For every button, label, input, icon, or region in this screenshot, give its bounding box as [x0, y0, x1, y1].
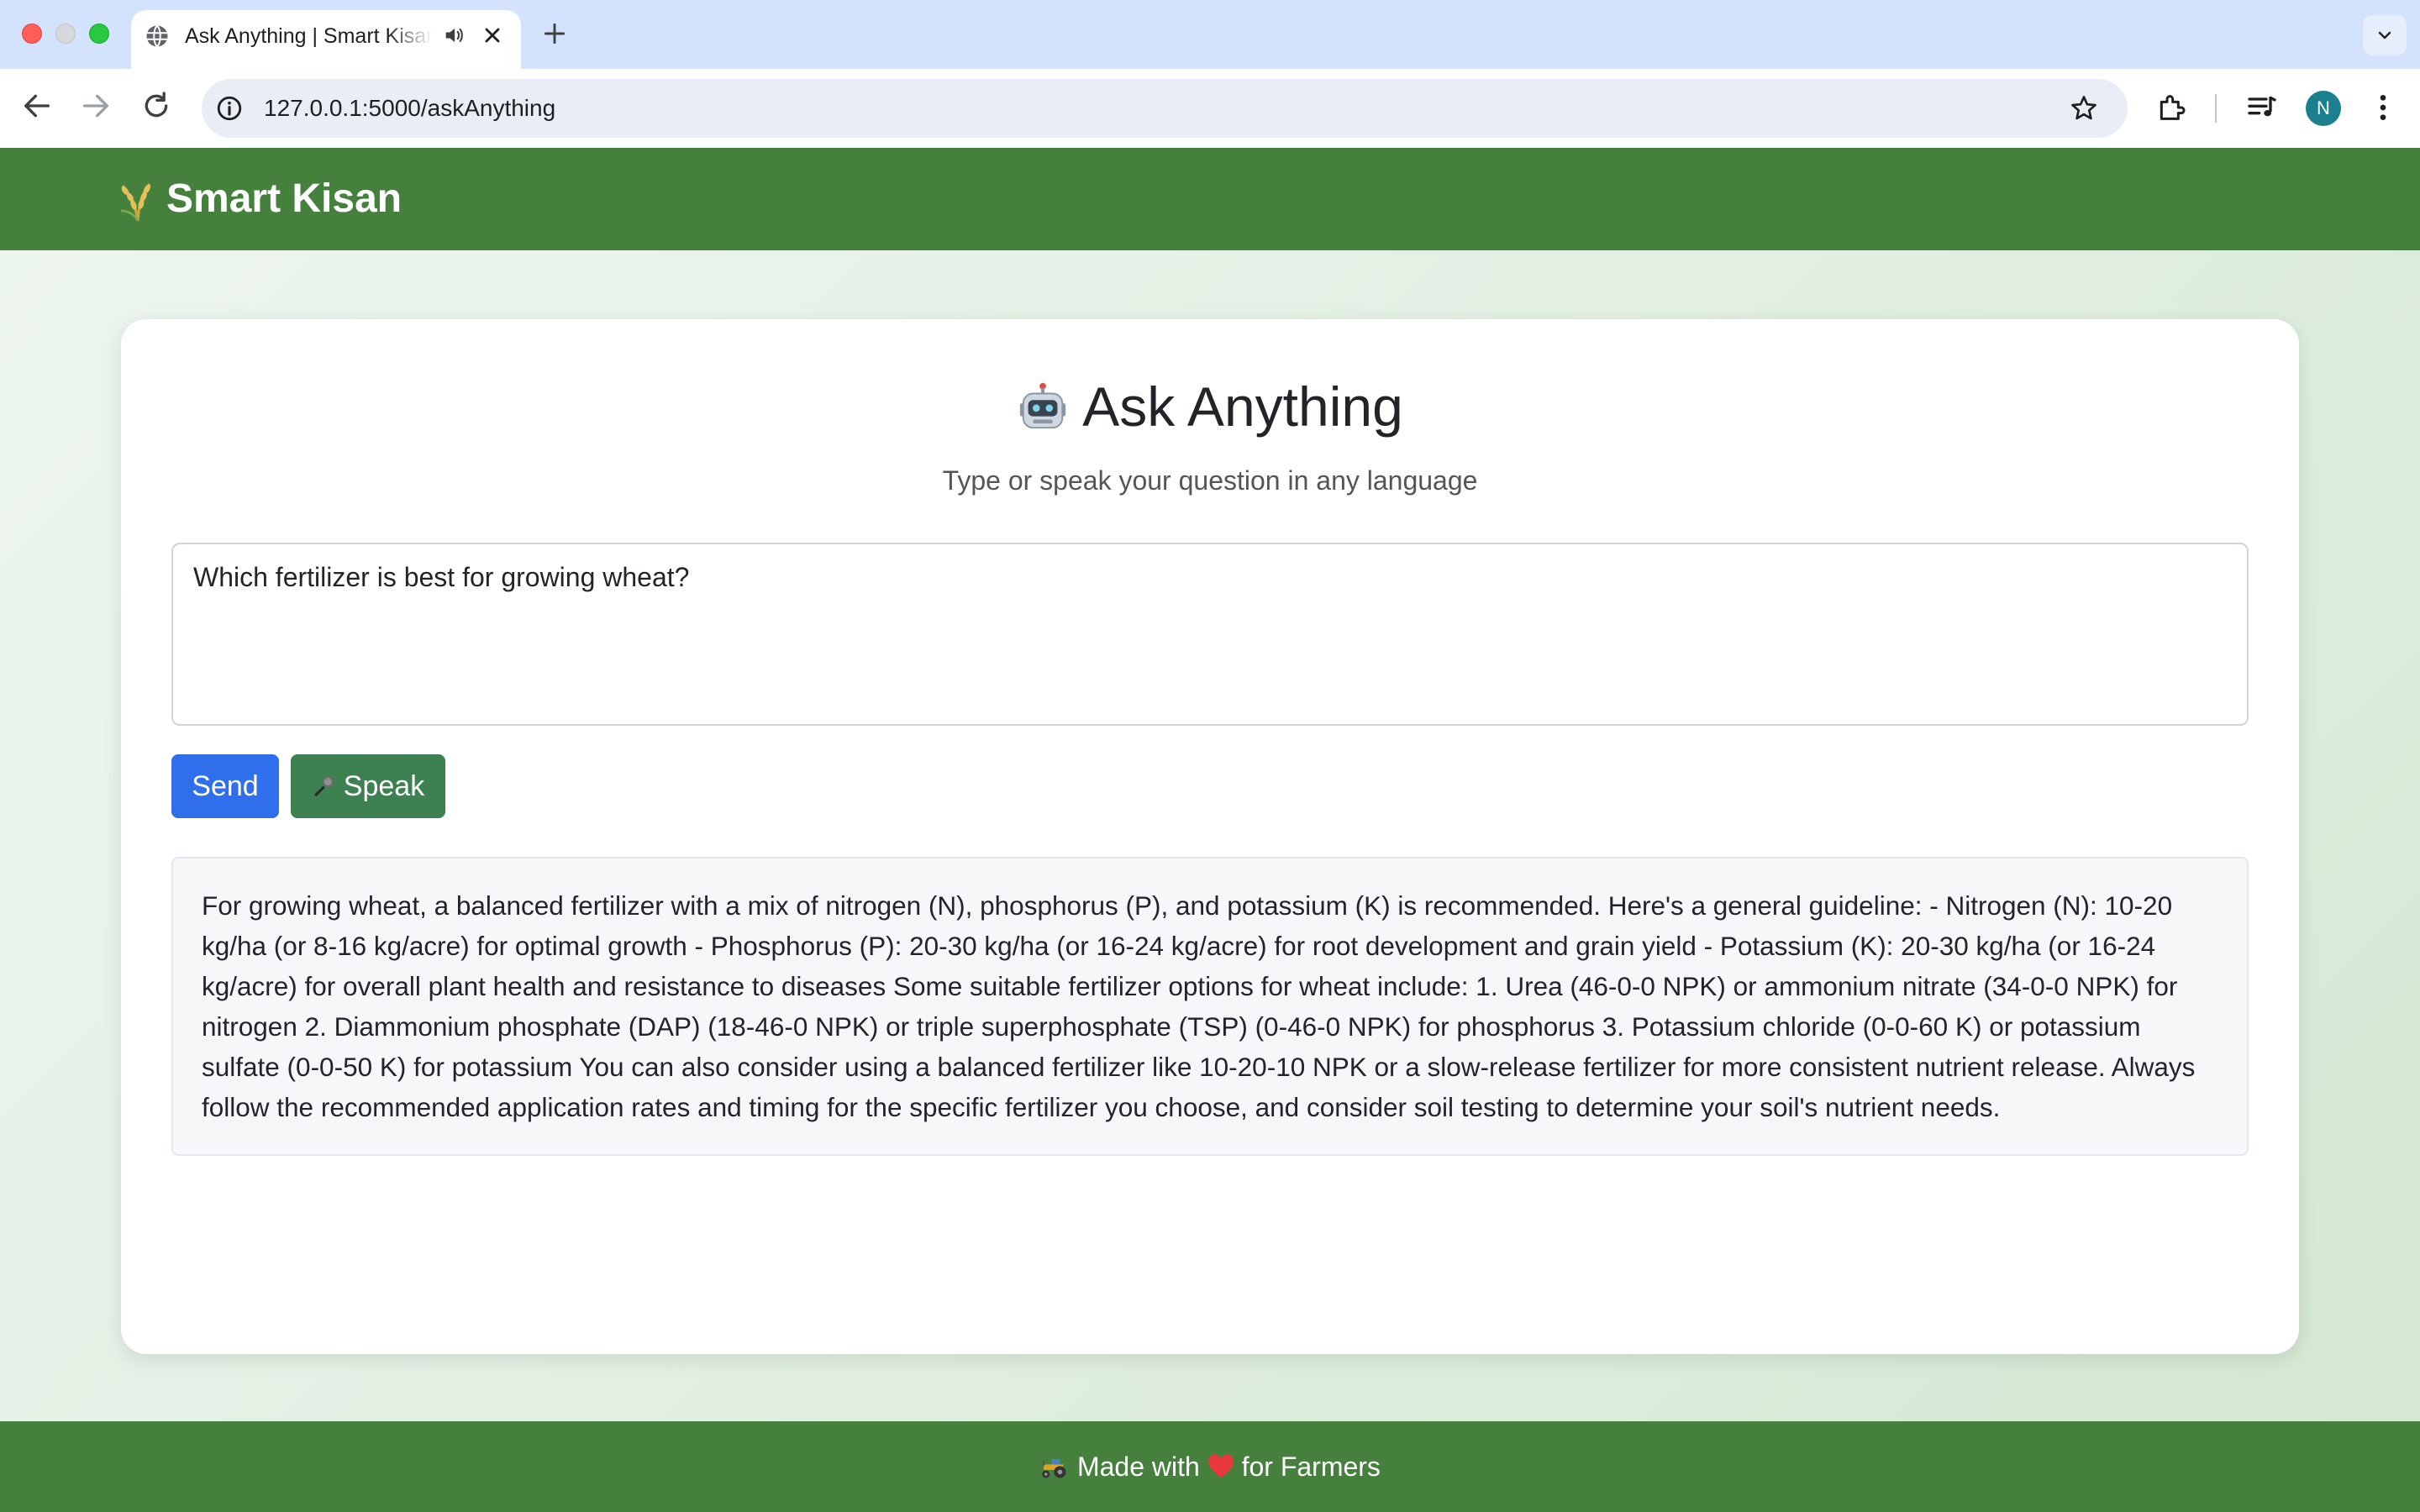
new-tab-plus-icon[interactable] [541, 20, 568, 47]
toolbar-separator [2215, 94, 2217, 123]
footer-suffix: for Farmers [1241, 1452, 1381, 1482]
globe-icon [146, 24, 168, 48]
page-subtitle: Type or speak your question in any langu… [942, 465, 1478, 496]
microphone-icon [314, 776, 334, 796]
browser-tab-strip: Ask Anything | Smart Kisan [0, 0, 2420, 69]
site-header: Smart Kisan [0, 148, 2420, 250]
chevron-down-icon [2378, 31, 2391, 39]
robot-icon [1020, 382, 1066, 428]
brand-logo[interactable]: Smart Kisan [118, 173, 402, 225]
tractor-icon [1042, 1458, 1066, 1478]
send-button[interactable]: Send [171, 754, 279, 818]
red-heart-icon [1207, 1454, 1234, 1478]
browser-toolbar: 127.0.0.1:5000/askAnything N [0, 69, 2420, 148]
extensions-puzzle-icon[interactable] [2154, 91, 2188, 124]
profile-avatar[interactable]: N [2306, 91, 2341, 126]
bookmark-star-icon[interactable] [2069, 93, 2099, 123]
footer-prefix: Made with [1076, 1452, 1200, 1482]
window-close-button[interactable] [22, 24, 42, 44]
question-input[interactable]: Which fertilizer is best for growing whe… [171, 543, 2249, 726]
answer-box: For growing wheat, a balanced fertilizer… [171, 857, 2249, 1156]
tab-search-button[interactable] [2363, 15, 2407, 55]
more-menu-icon[interactable] [2366, 91, 2400, 124]
window-minimize-button[interactable] [55, 24, 76, 44]
tab-title: Ask Anything | Smart Kisan [185, 24, 432, 48]
url-text[interactable]: 127.0.0.1:5000/askAnything [264, 93, 555, 123]
page-title-text: Ask Anything [1082, 375, 1403, 438]
address-bar[interactable]: 127.0.0.1:5000/askAnything [202, 79, 2128, 138]
brand-name: Smart Kisan [166, 176, 402, 221]
speak-button[interactable]: Speak [291, 754, 445, 818]
media-control-icon[interactable] [2245, 91, 2279, 124]
page-body: Smart Kisan Ask Anything Type or speak y… [0, 148, 2420, 1512]
speaker-icon[interactable] [442, 24, 466, 47]
back-arrow-icon[interactable] [20, 89, 54, 123]
forward-arrow-icon[interactable] [79, 89, 113, 123]
reload-icon[interactable] [139, 89, 173, 123]
site-footer: Made with for Farmers [0, 1421, 2420, 1512]
close-tab-icon[interactable] [481, 24, 504, 47]
window-maximize-button[interactable] [89, 24, 109, 44]
ask-card: Ask Anything Type or speak your question… [121, 319, 2299, 1354]
page-title: Ask Anything [121, 373, 2299, 440]
rice-sheaf-icon [120, 183, 151, 223]
speak-button-label: Speak [343, 770, 425, 802]
site-info-icon[interactable] [215, 94, 244, 123]
